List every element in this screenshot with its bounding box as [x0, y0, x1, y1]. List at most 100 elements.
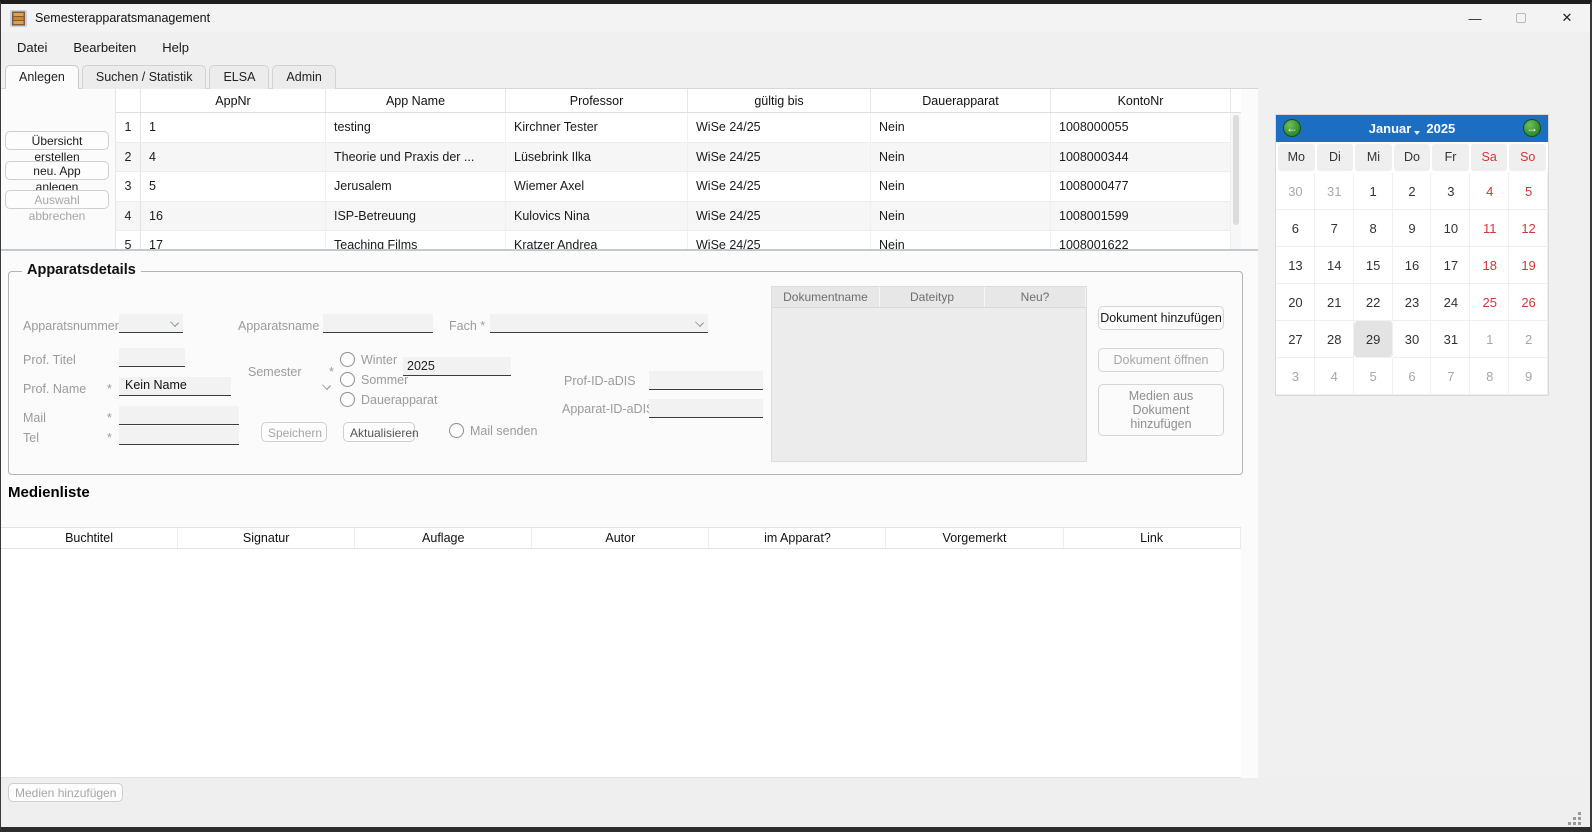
- resize-grip[interactable]: [1568, 812, 1584, 828]
- tab-admin[interactable]: Admin: [272, 65, 335, 89]
- calendar-day[interactable]: 1: [1354, 173, 1393, 210]
- mail-input[interactable]: [119, 406, 239, 425]
- dokument-oeffnen-button[interactable]: Dokument öffnen: [1098, 348, 1224, 372]
- calendar-day[interactable]: 25: [1470, 284, 1509, 321]
- calendar-day[interactable]: 16: [1393, 247, 1432, 284]
- tel-input[interactable]: [119, 426, 239, 445]
- calendar-day[interactable]: 6: [1276, 210, 1315, 247]
- calendar-next-button[interactable]: →: [1523, 119, 1541, 137]
- column-header-dateityp[interactable]: Dateityp: [880, 287, 985, 307]
- medien-hinzufuegen-button[interactable]: Medien hinzufügen: [8, 783, 123, 802]
- tab-suchen-statistik[interactable]: Suchen / Statistik: [82, 65, 207, 89]
- prof-name-combobox[interactable]: Kein Name: [119, 377, 231, 396]
- calendar-day[interactable]: 21: [1315, 284, 1354, 321]
- column-header-appnr[interactable]: AppNr: [141, 89, 326, 112]
- table-row[interactable]: 24Theorie und Praxis der ...Lüsebrink Il…: [116, 143, 1241, 173]
- calendar-day[interactable]: 3: [1431, 173, 1470, 210]
- calendar-day[interactable]: 30: [1393, 321, 1432, 358]
- calendar-day[interactable]: 22: [1354, 284, 1393, 321]
- calendar-day[interactable]: 15: [1354, 247, 1393, 284]
- scrollbar-thumb[interactable]: [1233, 115, 1239, 225]
- calendar-day[interactable]: 4: [1470, 173, 1509, 210]
- calendar-day[interactable]: 12: [1509, 210, 1548, 247]
- apparat-id-adis-input[interactable]: [649, 399, 763, 418]
- calendar-prev-button[interactable]: ←: [1283, 119, 1301, 137]
- medien-aus-dokument-button[interactable]: Medien aus Dokument hinzufügen: [1098, 384, 1224, 436]
- winter-checkbox[interactable]: [340, 352, 355, 367]
- calendar-day[interactable]: 2: [1393, 173, 1432, 210]
- column-header-professor[interactable]: Professor: [506, 89, 688, 112]
- dauerapparat-checkbox[interactable]: [340, 392, 355, 407]
- column-header-im-apparat[interactable]: im Apparat?: [709, 528, 886, 548]
- calendar-day[interactable]: 31: [1431, 321, 1470, 358]
- calendar-day[interactable]: 23: [1393, 284, 1432, 321]
- calendar-month[interactable]: Januar: [1369, 121, 1412, 136]
- calendar-day[interactable]: 19: [1509, 247, 1548, 284]
- splitter-handle[interactable]: [1, 249, 1258, 251]
- close-button[interactable]: ✕: [1544, 4, 1590, 32]
- calendar-day[interactable]: 29: [1354, 321, 1393, 358]
- calendar-day[interactable]: 24: [1431, 284, 1470, 321]
- tab-anlegen[interactable]: Anlegen: [5, 65, 79, 89]
- calendar-day[interactable]: 4: [1315, 358, 1354, 395]
- column-header-appname[interactable]: App Name: [326, 89, 506, 112]
- column-header-buchtitel[interactable]: Buchtitel: [1, 528, 178, 548]
- calendar-day[interactable]: 9: [1393, 210, 1432, 247]
- tab-elsa[interactable]: ELSA: [209, 65, 269, 89]
- auswahl-abbrechen-button[interactable]: Auswahl abbrechen: [5, 190, 109, 209]
- column-header-link[interactable]: Link: [1064, 528, 1241, 548]
- calendar-day[interactable]: 30: [1276, 173, 1315, 210]
- table-scrollbar[interactable]: [1231, 113, 1241, 249]
- uebersicht-erstellen-button[interactable]: Übersicht erstellen: [5, 131, 109, 150]
- column-header-dokumentname[interactable]: Dokumentname: [772, 287, 880, 307]
- prof-id-adis-input[interactable]: [649, 371, 763, 390]
- mail-senden-checkbox[interactable]: [449, 423, 464, 438]
- semester-year-input[interactable]: [403, 357, 511, 376]
- calendar-day[interactable]: 5: [1354, 358, 1393, 395]
- calendar-day[interactable]: 13: [1276, 247, 1315, 284]
- column-header-neu[interactable]: Neu?: [985, 287, 1086, 307]
- calendar-year[interactable]: 2025: [1426, 121, 1455, 136]
- column-header-signatur[interactable]: Signatur: [178, 528, 355, 548]
- calendar-day[interactable]: 1: [1470, 321, 1509, 358]
- column-header-auflage[interactable]: Auflage: [355, 528, 532, 548]
- table-row[interactable]: 517Teaching FilmsKratzer AndreaWiSe 24/2…: [116, 231, 1241, 249]
- fach-combobox[interactable]: [490, 314, 708, 333]
- calendar-day[interactable]: 8: [1354, 210, 1393, 247]
- calendar-day[interactable]: 26: [1509, 284, 1548, 321]
- neue-app-anlegen-button[interactable]: neu. App anlegen: [5, 161, 109, 180]
- calendar-day[interactable]: 7: [1315, 210, 1354, 247]
- menu-help[interactable]: Help: [162, 40, 189, 55]
- column-header-autor[interactable]: Autor: [532, 528, 709, 548]
- calendar-day[interactable]: 31: [1315, 173, 1354, 210]
- calendar-day[interactable]: 8: [1470, 358, 1509, 395]
- table-row[interactable]: 11testingKirchner TesterWiSe 24/25Nein10…: [116, 113, 1241, 143]
- speichern-button[interactable]: Speichern: [261, 422, 327, 442]
- calendar-day[interactable]: 11: [1470, 210, 1509, 247]
- calendar-day[interactable]: 6: [1393, 358, 1432, 395]
- calendar-day[interactable]: 9: [1509, 358, 1548, 395]
- apparatsnummer-combobox[interactable]: [119, 314, 183, 333]
- column-header-dauerapparat[interactable]: Dauerapparat: [871, 89, 1051, 112]
- calendar-day[interactable]: 7: [1431, 358, 1470, 395]
- calendar-day[interactable]: 3: [1276, 358, 1315, 395]
- column-header-vorgemerkt[interactable]: Vorgemerkt: [886, 528, 1063, 548]
- menu-bearbeiten[interactable]: Bearbeiten: [73, 40, 136, 55]
- column-header-gueltig-bis[interactable]: gültig bis: [688, 89, 871, 112]
- sommer-checkbox[interactable]: [340, 372, 355, 387]
- maximize-button[interactable]: [1498, 4, 1544, 32]
- prof-titel-input[interactable]: [119, 348, 185, 367]
- calendar-day[interactable]: 17: [1431, 247, 1470, 284]
- calendar-day[interactable]: 20: [1276, 284, 1315, 321]
- dokument-hinzufuegen-button[interactable]: Dokument hinzufügen: [1098, 306, 1224, 330]
- menu-datei[interactable]: Datei: [17, 40, 47, 55]
- column-header-kontonr[interactable]: KontoNr: [1051, 89, 1231, 112]
- table-row[interactable]: 416ISP-BetreuungKulovics NinaWiSe 24/25N…: [116, 202, 1241, 232]
- table-row[interactable]: 35JerusalemWiemer AxelWiSe 24/25Nein1008…: [116, 172, 1241, 202]
- calendar-day[interactable]: 27: [1276, 321, 1315, 358]
- aktualisieren-button[interactable]: Aktualisieren: [343, 422, 415, 442]
- calendar-day[interactable]: 2: [1509, 321, 1548, 358]
- calendar-day[interactable]: 18: [1470, 247, 1509, 284]
- minimize-button[interactable]: —: [1452, 4, 1498, 32]
- apparatsname-input[interactable]: [323, 314, 433, 333]
